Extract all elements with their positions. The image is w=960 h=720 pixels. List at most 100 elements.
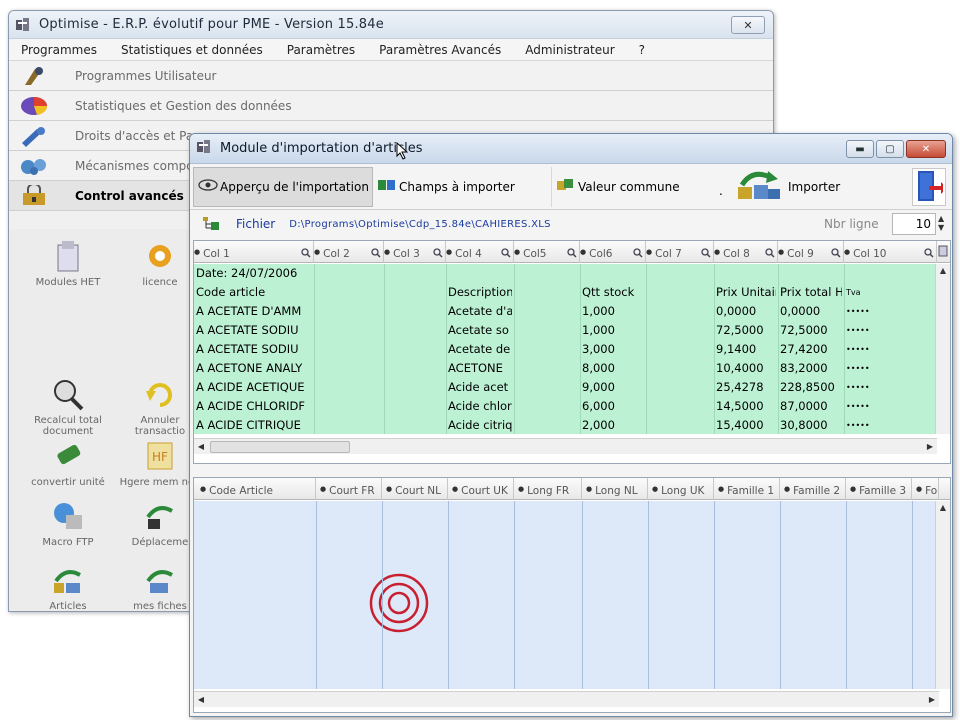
column-divider <box>714 501 715 689</box>
file-label[interactable]: Fichier <box>236 217 275 231</box>
import-column-header[interactable]: ● Col 9 <box>778 241 844 263</box>
mapping-column-header[interactable]: ● Long UK <box>648 478 714 500</box>
scroll-right-arrow[interactable]: ▶ <box>923 439 937 455</box>
import-column-header[interactable]: ● Col 7 <box>646 241 714 263</box>
tile-button[interactable]: Modules HET <box>23 239 113 288</box>
mapping-column-header[interactable]: ● Court FR <box>316 478 382 500</box>
mapping-column-header[interactable]: ● Famille 1 <box>714 478 780 500</box>
import-column-header[interactable]: ● Col 8 <box>714 241 778 263</box>
mapping-column-header[interactable]: ● Fo <box>912 478 939 500</box>
column-search-icon[interactable] <box>567 245 577 263</box>
column-header-label: Col5 <box>523 248 547 260</box>
table-cell <box>384 416 444 434</box>
column-search-icon[interactable] <box>701 245 711 263</box>
column-search-icon[interactable] <box>501 245 511 263</box>
common-value-button[interactable]: Valeur commune <box>552 167 728 207</box>
mapping-grid-body <box>194 501 939 689</box>
table-cell: 14,5000 <box>716 399 764 413</box>
column-search-icon[interactable] <box>831 245 841 263</box>
mapping-column-header[interactable]: ● Long FR <box>514 478 582 500</box>
import-table-row[interactable]: A ACETONE ANALY ACETONE 8,000 10,4000 83,200… <box>194 359 937 378</box>
menu-item[interactable]: ? <box>627 43 657 57</box>
column-header-label: Long NL <box>595 485 638 497</box>
table-cell: 8,000 <box>582 361 615 375</box>
import-column-header[interactable]: ● Col 4 <box>446 241 514 263</box>
access-rights-icon <box>17 124 51 148</box>
column-search-icon[interactable] <box>765 245 775 263</box>
maximize-button[interactable]: ▢ <box>876 140 904 158</box>
column-bullet: ● <box>314 248 321 256</box>
import-button[interactable]: Importer <box>730 167 860 207</box>
nav-item-0[interactable]: Programmes Utilisateur <box>9 61 773 91</box>
table-cell <box>384 283 444 302</box>
import-table-row[interactable]: A ACIDE ACETIQUE Acide acet 9,000 25,4278 22… <box>194 378 937 397</box>
module-title-bar: Module d'importation d'articles <box>190 134 952 164</box>
mapping-grid-hscroll[interactable]: ◀ ▶ <box>194 691 939 707</box>
minimize-button[interactable]: ▬ <box>846 140 874 158</box>
column-header-label: Col 2 <box>323 248 350 260</box>
import-table-row[interactable]: Code article Description Qtt stock Prix Uni… <box>194 283 937 302</box>
column-bullet: ● <box>518 485 525 493</box>
table-cell: Tva <box>846 288 861 297</box>
mapping-column-header[interactable]: ● Code Article <box>194 478 316 500</box>
mapping-column-header[interactable]: ● Long NL <box>582 478 648 500</box>
table-cell <box>314 397 382 416</box>
import-table-row[interactable]: A ACIDE CHLORIDF Acide chlor 6,000 14,5000 8… <box>194 397 937 416</box>
table-cell: A ACETATE SODIU <box>196 323 299 337</box>
tile-label: convertir unité <box>31 477 105 488</box>
import-table-row[interactable]: Date: 24/07/2006 <box>194 264 937 283</box>
import-column-header[interactable]: ● Col 2 <box>314 241 384 263</box>
menu-item[interactable]: Statistiques et données <box>109 43 275 57</box>
nav-item-1[interactable]: Statistiques et Gestion des données <box>9 91 773 121</box>
scroll-up-arrow[interactable]: ▲ <box>936 501 950 515</box>
column-search-icon[interactable] <box>301 245 311 263</box>
hscroll-thumb[interactable] <box>210 441 350 453</box>
column-search-icon[interactable] <box>371 245 381 263</box>
import-grid-hscroll[interactable]: ◀ ▶ <box>194 438 937 454</box>
tile-button[interactable]: Macro FTP <box>23 499 113 548</box>
import-table-row[interactable]: A ACETATE D'AMM Acetate d'a 1,000 0,0000 0,0… <box>194 302 937 321</box>
menu-item[interactable]: Administrateur <box>513 43 626 57</box>
fields-to-import-button[interactable]: Champs à importer <box>373 166 552 207</box>
mapping-column-header[interactable]: ● Famille 2 <box>780 478 846 500</box>
mapping-column-header[interactable]: ● Court UK <box>448 478 514 500</box>
column-search-icon[interactable] <box>433 245 443 263</box>
preview-import-button[interactable]: Apperçu de l'importation <box>193 166 373 207</box>
exit-door-button[interactable] <box>912 168 947 206</box>
column-search-icon[interactable] <box>924 245 934 263</box>
menu-item[interactable]: Programmes <box>9 43 109 57</box>
tile-button[interactable]: convertir unité <box>23 439 113 488</box>
mapping-column-header[interactable]: ● Court NL <box>382 478 448 500</box>
common-value-icon <box>556 177 576 196</box>
line-count-input[interactable]: 10 <box>892 213 936 235</box>
scroll-left-arrow[interactable]: ◀ <box>194 692 208 708</box>
mapping-column-header[interactable]: ● Famille 3 <box>846 478 912 500</box>
tile-button[interactable]: Articles <box>23 563 113 611</box>
import-preview-grid[interactable]: ● Col 1 ● Col 2 ● Col 3 ● Col 4 ● Col5 ● Col6 ● Col 7… <box>193 240 951 464</box>
fields-icon <box>377 177 397 196</box>
scroll-left-arrow[interactable]: ◀ <box>194 439 208 455</box>
import-table-row[interactable]: A ACIDE CITRIQUE Acide citriq 2,000 15,4000… <box>194 416 937 434</box>
column-search-icon[interactable] <box>633 245 643 263</box>
import-column-header[interactable]: ● Col6 <box>580 241 646 263</box>
scroll-up-arrow[interactable]: ▲ <box>936 264 950 278</box>
scroll-right-arrow[interactable]: ▶ <box>925 692 939 708</box>
menu-item[interactable]: Paramètres <box>275 43 367 57</box>
import-column-header[interactable]: ● Col5 <box>514 241 580 263</box>
mapping-grid-vscroll[interactable]: ▲ <box>935 501 950 689</box>
close-button[interactable]: ✕ <box>906 140 946 158</box>
main-close-button[interactable]: ✕ <box>731 16 765 34</box>
table-cell: 2,000 <box>582 418 615 432</box>
import-column-header[interactable]: ● Col 3 <box>384 241 446 263</box>
import-table-row[interactable]: A ACETATE SODIU Acetate de 3,000 9,1400 27,4… <box>194 340 937 359</box>
import-table-row[interactable]: A ACETATE SODIU Acetate so 1,000 72,5000 72,… <box>194 321 937 340</box>
tile-button[interactable]: Recalcul total document <box>23 377 113 437</box>
menu-item[interactable]: Paramètres Avancés <box>367 43 513 57</box>
field-mapping-grid[interactable]: ● Code Article ● Court FR ● Court NL ● Court UK… <box>193 477 951 713</box>
import-column-header[interactable]: ● Col 1 <box>194 241 314 263</box>
import-column-header[interactable]: ● Col 10 <box>844 241 937 263</box>
import-grid-vscroll[interactable]: ▲ <box>935 264 950 434</box>
line-count-spinner[interactable]: ▲ ▼ <box>938 214 944 232</box>
table-cell: ••••• <box>846 345 870 354</box>
table-cell <box>778 264 842 283</box>
